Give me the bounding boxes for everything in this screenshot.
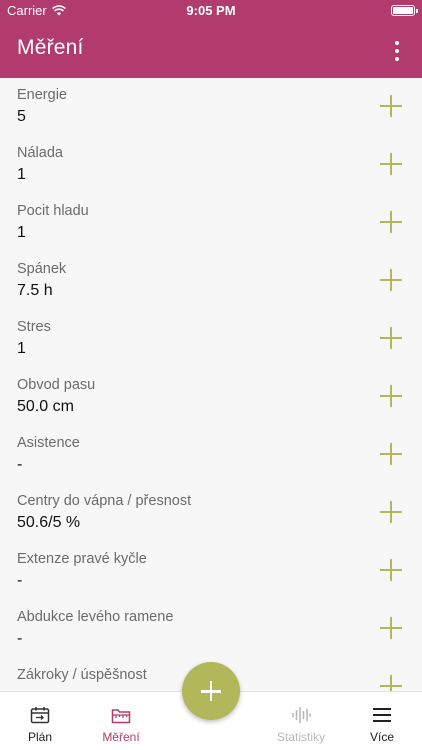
measurement-row-spanek[interactable]: Spánek 7.5 h	[0, 252, 422, 310]
measurement-value: -	[17, 630, 23, 647]
add-measurement-icon[interactable]	[380, 211, 402, 233]
measurement-row-nalada[interactable]: Nálada 1	[0, 136, 422, 194]
tab-label: Plán	[27, 730, 53, 744]
measurement-label: Nálada	[17, 145, 63, 161]
tab-label: Statistiky	[276, 730, 325, 744]
tab-label: Více	[369, 730, 394, 744]
app-bar: Měření	[0, 22, 422, 78]
calendar-icon	[30, 707, 50, 724]
tab-plan[interactable]: Plán	[0, 692, 80, 750]
more-options-icon[interactable]	[386, 40, 408, 62]
status-bar: Carrier 9:05 PM	[0, 0, 422, 22]
tab-label: Měření	[102, 730, 140, 744]
add-measurement-icon[interactable]	[380, 95, 402, 117]
page-title: Měření	[17, 36, 84, 59]
measurement-value: 50.6/5 %	[17, 514, 81, 531]
measurement-value: 5	[17, 108, 26, 125]
measurement-label: Zákroky / úspěšnost	[17, 667, 147, 683]
menu-icon	[373, 708, 391, 722]
measurement-row-stres[interactable]: Stres 1	[0, 310, 422, 368]
battery-icon	[391, 5, 418, 16]
app-screen: Carrier 9:05 PM Měření Energie 5 Nálada …	[0, 0, 422, 750]
measurement-label: Asistence	[17, 435, 80, 451]
add-measurement-icon[interactable]	[380, 501, 402, 523]
status-time: 9:05 PM	[186, 3, 236, 18]
measurement-list: Energie 5 Nálada 1 Pocit hladu 1 Spánek …	[0, 78, 422, 691]
measurement-row-abdukce-ramene[interactable]: Abdukce levého ramene -	[0, 600, 422, 658]
measurement-row-obvod-pasu[interactable]: Obvod pasu 50.0 cm	[0, 368, 422, 426]
measurement-label: Energie	[17, 87, 67, 103]
measurement-row-energie[interactable]: Energie 5	[0, 78, 422, 136]
measurement-label: Obvod pasu	[17, 377, 96, 393]
measurement-value: 1	[17, 166, 26, 183]
measurement-row-asistence[interactable]: Asistence -	[0, 426, 422, 484]
measurement-value: -	[17, 456, 23, 473]
tab-statistiky[interactable]: Statistiky	[260, 692, 342, 750]
add-button[interactable]	[182, 662, 240, 720]
measurement-value: 50.0 cm	[17, 398, 74, 415]
measurement-value: -	[17, 572, 23, 589]
measurement-row-centry[interactable]: Centry do vápna / přesnost 50.6/5 %	[0, 484, 422, 542]
measurement-row-pocit-hladu[interactable]: Pocit hladu 1	[0, 194, 422, 252]
add-measurement-icon[interactable]	[380, 617, 402, 639]
measurement-value: 1	[17, 340, 26, 357]
measurement-label: Pocit hladu	[17, 203, 89, 219]
add-measurement-icon[interactable]	[380, 675, 402, 691]
add-measurement-icon[interactable]	[380, 559, 402, 581]
add-measurement-icon[interactable]	[380, 443, 402, 465]
measurement-row-extenze-kycle[interactable]: Extenze pravé kyčle -	[0, 542, 422, 600]
measurement-label: Abdukce levého ramene	[17, 609, 174, 625]
measurement-label: Centry do vápna / přesnost	[17, 493, 192, 509]
tab-vice[interactable]: Více	[342, 692, 422, 750]
tab-mereni[interactable]: Měření	[80, 692, 162, 750]
add-measurement-icon[interactable]	[380, 153, 402, 175]
measurement-value: 1	[17, 224, 26, 241]
measurement-value: 7.5 h	[17, 282, 53, 299]
add-measurement-icon[interactable]	[380, 269, 402, 291]
add-measurement-icon[interactable]	[380, 385, 402, 407]
measurement-label: Spánek	[17, 261, 67, 277]
add-measurement-icon[interactable]	[380, 327, 402, 349]
folder-ruler-icon	[111, 708, 131, 723]
waveform-icon	[292, 707, 311, 723]
measurement-label: Stres	[17, 319, 51, 335]
measurement-label: Extenze pravé kyčle	[17, 551, 147, 567]
